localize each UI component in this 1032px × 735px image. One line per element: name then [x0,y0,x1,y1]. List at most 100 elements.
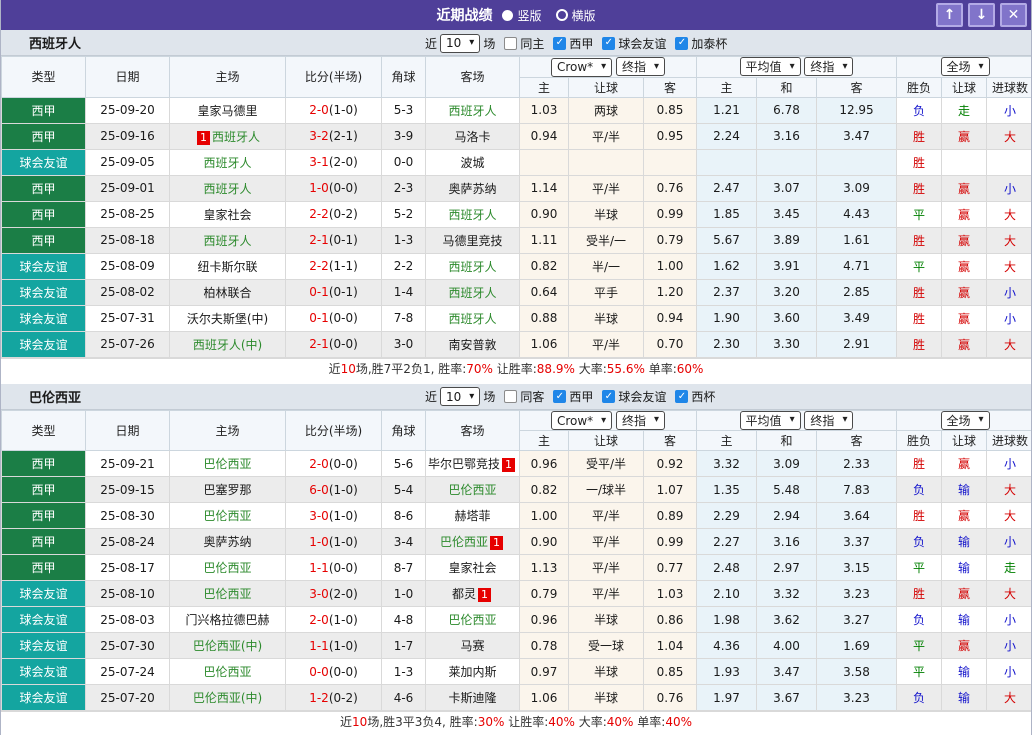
chevron-down-icon: ▾ [601,416,606,426]
recent-results-window: 近期战绩 竖版 横版 ↑ ↓ ✕ 西班牙人 近 10 ▾ [0,0,1032,735]
over-rate: 55.6% [607,362,645,376]
move-up-button[interactable]: ↑ [936,3,963,27]
euro-away-odds: 1.69 [817,633,897,659]
col-date: 日期 [86,410,170,451]
euro-kind-select[interactable]: 终指▾ [804,411,853,430]
date-cell: 25-07-26 [86,331,170,357]
result-handicap-cell: 赢 [942,201,987,227]
euro-draw-odds: 3.16 [757,123,817,149]
corner-cell: 3-9 [382,123,426,149]
euro-kind-select[interactable]: 终指▾ [804,57,853,76]
asia-away-odds: 1.03 [644,581,697,607]
home-team-name: 皇家马德里 [197,104,257,118]
result-goals-value: 大 [1004,587,1016,601]
home-team-cell: 纽卡斯尔联 [170,253,286,279]
cup-checkbox[interactable]: ✓ [675,37,688,50]
result-handicap-value: 赢 [958,208,970,222]
result-goals-cell: 大 [987,685,1032,711]
home-team-name: 巴伦西亚(中) [193,691,262,705]
date-cell: 25-07-30 [86,633,170,659]
result-wdl-value: 负 [913,691,925,705]
match-count-select[interactable]: 10 ▾ [440,34,480,53]
away-team-cell: 西班牙人 [426,97,520,123]
result-goals-value: 小 [1004,665,1016,679]
corner-cell: 8-6 [382,503,426,529]
col-asia-line: 让球 [569,431,644,451]
halftime-score: (0-1) [329,285,358,299]
section-header: 巴伦西亚 近 10 ▾ 场 ✓ 同客 ✓ 西甲 ✓ 球会友谊 ✓ 西杯 [1,384,1031,410]
euro-home-odds: 2.37 [697,279,757,305]
result-wdl-value: 平 [913,639,925,653]
radio-horizontal-layout[interactable]: 横版 [556,7,596,24]
halftime-score: (2-0) [329,155,358,169]
result-wdl-value: 负 [913,483,925,497]
euro-away-odds: 2.85 [817,279,897,305]
euro-kind-value: 终指 [810,412,834,429]
away-team-cell: 卡斯迪隆 [426,685,520,711]
away-team-name: 西班牙人 [448,312,496,326]
asia-provider-select[interactable]: Crow*▾ [551,58,612,77]
result-handicap-value: 赢 [958,130,970,144]
match-count-select[interactable]: 10 ▾ [440,387,480,406]
friendly-checkbox[interactable]: ✓ [602,390,615,403]
euro-away-odds: 7.83 [817,477,897,503]
away-team-name: 马德里竞技 [442,234,502,248]
result-handicap-value: 赢 [958,260,970,274]
result-handicap-cell: 赢 [942,633,987,659]
result-wdl-cell: 胜 [897,581,942,607]
scope-select[interactable]: 全场▾ [941,411,990,430]
col-euro-home: 主 [697,431,757,451]
result-goals-value: 小 [1004,104,1016,118]
euro-home-odds: 2.10 [697,581,757,607]
euro-provider-select[interactable]: 平均值▾ [740,57,801,76]
near-label: 近 [425,388,437,405]
col-euro-draw: 和 [757,431,817,451]
halftime-score: (0-2) [329,691,358,705]
scope-select[interactable]: 全场▾ [941,57,990,76]
same-away-checkbox[interactable]: ✓ [504,390,517,403]
laliga-checkbox[interactable]: ✓ [553,390,566,403]
asia-home-odds: 0.82 [520,253,569,279]
home-team-name: 巴伦西亚(中) [193,639,262,653]
euro-kind-value: 终指 [810,58,834,75]
match-row: 球会友谊 25-08-09 纽卡斯尔联 2-2(1-1) 2-2 西班牙人 0.… [2,253,1032,279]
match-row: 西甲 25-08-24 奥萨苏纳 1-0(1-0) 3-4 巴伦西亚1 0.90… [2,529,1032,555]
euro-away-odds: 4.43 [817,201,897,227]
date-cell: 25-09-01 [86,175,170,201]
match-row: 球会友谊 25-07-31 沃尔夫斯堡(中) 0-1(0-0) 7-8 西班牙人… [2,305,1032,331]
move-down-button[interactable]: ↓ [968,3,995,27]
league-type-badge: 西甲 [2,123,86,149]
result-handicap-cell: 赢 [942,331,987,357]
score-cell: 6-0(1-0) [286,477,382,503]
radio-vertical-layout[interactable]: 竖版 [502,7,541,24]
result-goals-value: 大 [1004,509,1016,523]
check-icon: ✓ [605,38,613,48]
result-wdl-cell: 负 [897,97,942,123]
match-row: 球会友谊 25-08-10 巴伦西亚 3-0(2-0) 1-0 都灵1 0.79… [2,581,1032,607]
asia-away-odds: 0.85 [644,659,697,685]
corner-cell: 1-4 [382,279,426,305]
result-goals-value: 小 [1004,312,1016,326]
close-button[interactable]: ✕ [1000,3,1027,27]
asia-kind-select[interactable]: 终指▾ [616,411,665,430]
euro-away-odds: 1.61 [817,227,897,253]
cup-checkbox[interactable]: ✓ [675,390,688,403]
asia-provider-select[interactable]: Crow*▾ [551,411,612,430]
laliga-checkbox[interactable]: ✓ [553,37,566,50]
halftime-score: (0-0) [329,181,358,195]
away-team-cell: 西班牙人 [426,305,520,331]
view-mode-radio-group: 竖版 横版 [502,7,595,24]
result-goals-value: 大 [1004,130,1016,144]
asia-away-odds [644,149,697,175]
away-team-name: 皇家社会 [448,561,496,575]
score-cell: 1-1(0-0) [286,555,382,581]
summary-text: 近 [329,362,341,376]
home-team-name: 纽卡斯尔联 [197,260,257,274]
asia-kind-select[interactable]: 终指▾ [616,57,665,76]
euro-provider-select[interactable]: 平均值▾ [740,411,801,430]
result-handicap-value: 赢 [958,182,970,196]
fulltime-score: 3-1 [309,155,329,169]
same-home-checkbox[interactable]: ✓ [504,37,517,50]
same-home-label: 同主 [520,35,544,52]
friendly-checkbox[interactable]: ✓ [602,37,615,50]
